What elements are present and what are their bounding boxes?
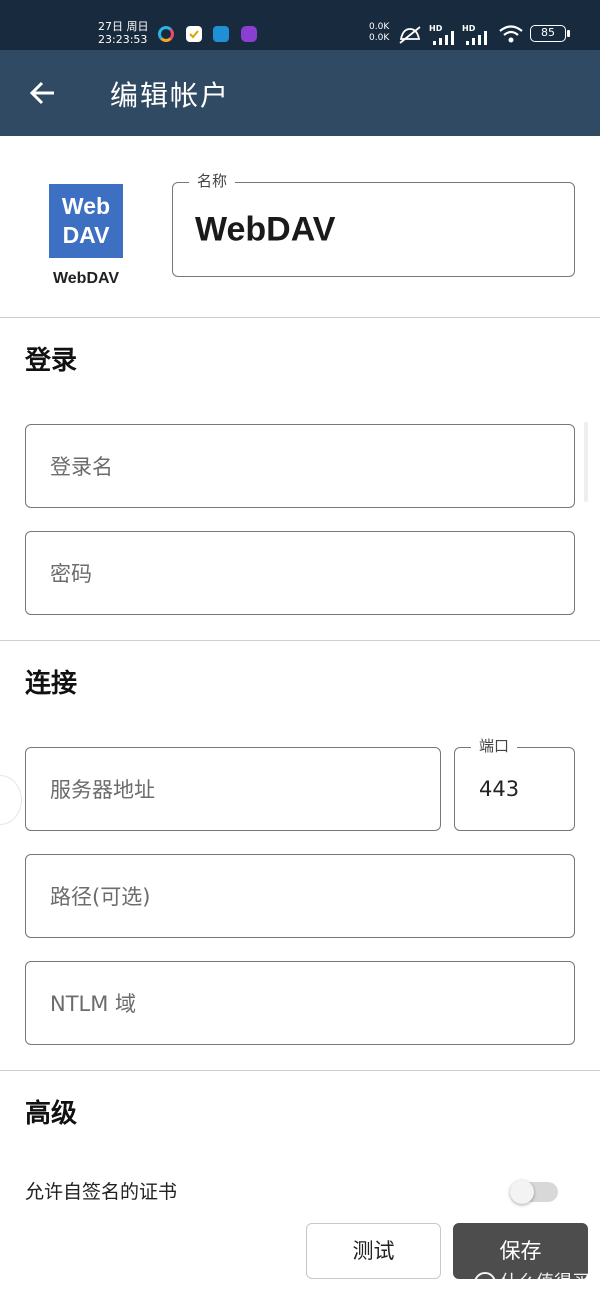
watermark-text: 什么值得买 bbox=[500, 1272, 590, 1293]
username-placeholder: 登录名 bbox=[50, 455, 113, 479]
net-down-speed: 0.0K bbox=[369, 33, 390, 43]
self-signed-cert-label: 允许自签名的证书 bbox=[25, 1181, 178, 1203]
server-address-field[interactable]: 服务器地址 bbox=[25, 747, 441, 831]
password-field[interactable]: 密码 bbox=[25, 531, 575, 615]
network-speed: 0.0K 0.0K bbox=[369, 22, 389, 44]
ntlm-domain-field[interactable]: NTLM 域 bbox=[25, 961, 575, 1045]
webdav-logo: Web DAV bbox=[49, 184, 123, 258]
wifi-icon bbox=[498, 24, 524, 48]
path-placeholder: 路径(可选) bbox=[50, 885, 151, 909]
port-field-value: 443 bbox=[479, 777, 520, 801]
logo-text-line1: Web bbox=[61, 193, 111, 219]
port-field[interactable]: 端口 443 bbox=[454, 735, 575, 831]
task-app-icon bbox=[186, 26, 202, 42]
infinity-app-icon bbox=[241, 26, 257, 42]
signal-icon-2 bbox=[466, 30, 490, 49]
net-up-speed: 0.0K bbox=[369, 22, 390, 32]
status-bar: 27日 周日 23:23:53 0.0K 0.0K HD HD 85 bbox=[0, 0, 600, 50]
watermark-logo-icon bbox=[474, 1272, 496, 1294]
name-field-legend: 名称 bbox=[189, 170, 236, 191]
divider bbox=[0, 1070, 600, 1071]
arrow-left-icon bbox=[29, 81, 54, 105]
battery-indicator: 85 bbox=[530, 25, 570, 42]
status-time: 23:23:53 bbox=[98, 33, 148, 46]
port-field-legend: 端口 bbox=[471, 735, 518, 756]
back-button[interactable] bbox=[28, 78, 58, 108]
watermark: 什么值得买 bbox=[474, 1268, 590, 1294]
divider bbox=[0, 317, 600, 318]
page-title: 编辑帐户 bbox=[110, 79, 231, 112]
login-section-title: 登录 bbox=[25, 346, 78, 376]
status-datetime: 27日 周日 23:23:53 bbox=[98, 20, 149, 46]
app-bar: 编辑帐户 bbox=[0, 50, 600, 136]
scrollbar[interactable] bbox=[584, 422, 588, 502]
self-signed-cert-toggle[interactable] bbox=[510, 1180, 558, 1204]
test-button[interactable]: 测试 bbox=[306, 1223, 441, 1279]
ntlm-domain-placeholder: NTLM 域 bbox=[50, 992, 137, 1016]
signal-icon-1 bbox=[433, 30, 457, 49]
floating-edge-handle[interactable] bbox=[0, 775, 22, 825]
toggle-knob bbox=[510, 1180, 534, 1204]
advanced-section-title: 高级 bbox=[25, 1099, 78, 1129]
server-address-placeholder: 服务器地址 bbox=[50, 778, 155, 802]
password-placeholder: 密码 bbox=[50, 562, 92, 586]
app-notification-icon bbox=[158, 26, 174, 42]
logo-caption: WebDAV bbox=[52, 270, 120, 287]
username-field[interactable]: 登录名 bbox=[25, 424, 575, 508]
divider bbox=[0, 640, 600, 641]
account-name-field[interactable]: 名称 WebDAV bbox=[172, 170, 575, 277]
status-date: 27日 周日 bbox=[98, 20, 149, 33]
connection-section-title: 连接 bbox=[25, 669, 78, 699]
path-field[interactable]: 路径(可选) bbox=[25, 854, 575, 938]
mute-icon bbox=[397, 25, 423, 49]
name-field-value: WebDAV bbox=[195, 210, 336, 248]
logo-text-line2: DAV bbox=[62, 222, 110, 248]
sync-app-icon bbox=[213, 26, 229, 42]
